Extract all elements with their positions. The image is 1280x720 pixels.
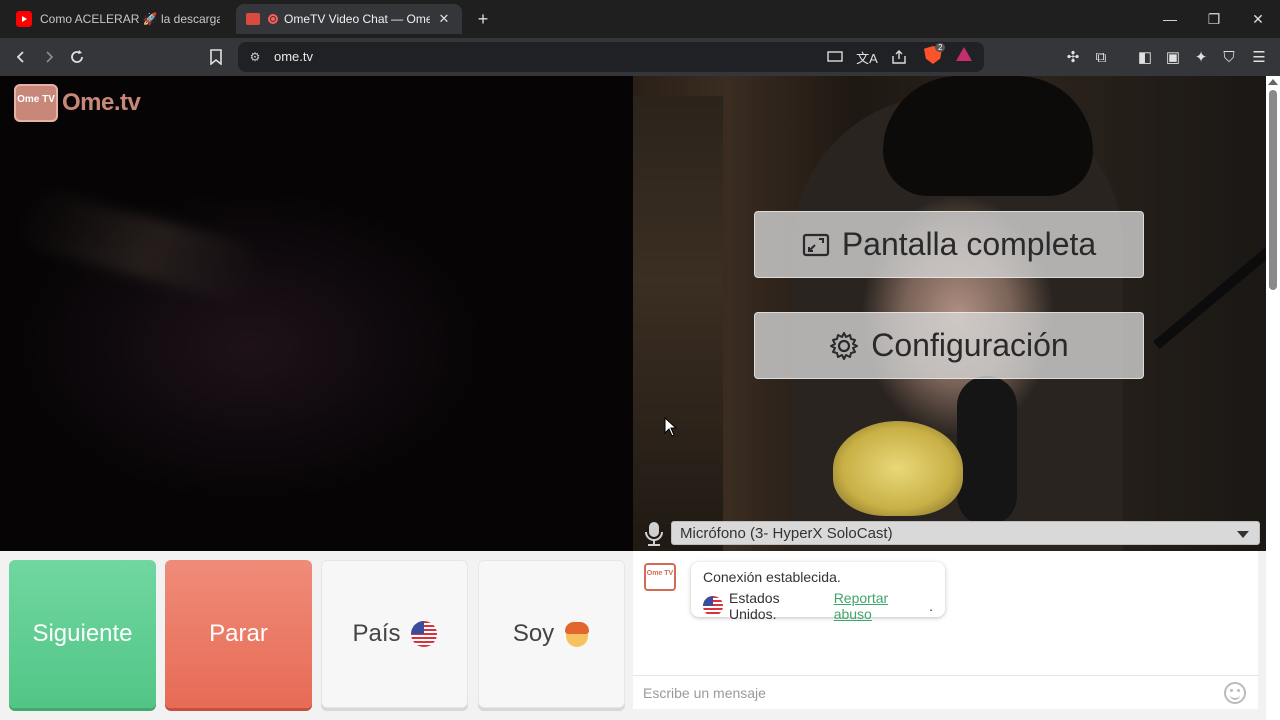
share-icon[interactable] xyxy=(886,44,912,70)
microphone-selected-value: Micrófono (3- HyperX SoloCast) xyxy=(680,525,893,542)
settings-button[interactable]: Configuración xyxy=(754,312,1144,379)
report-abuse-link[interactable]: Reportar abuso xyxy=(834,590,929,622)
connection-status: Conexión establecida. xyxy=(703,569,841,585)
microphone-row: Micrófono (3- HyperX SoloCast) xyxy=(633,519,1266,551)
next-label: Siguiente xyxy=(32,620,133,647)
scroll-up-arrow[interactable] xyxy=(1268,79,1278,85)
boy-icon xyxy=(564,621,590,647)
video-content xyxy=(957,376,1017,526)
next-button[interactable]: Siguiente xyxy=(9,560,156,708)
mouse-cursor xyxy=(664,416,678,437)
site-info-icon[interactable]: ⚙ xyxy=(246,48,264,66)
browser-toolbar: ⚙ ome.tv 文A 2 ✣ ⧉ ◧ ▣ ✦ ⛉ ☰ xyxy=(0,38,1280,76)
message-input[interactable] xyxy=(643,683,1203,703)
logo-text: Ome.tv xyxy=(62,89,141,116)
partner-country: Estados Unidos. xyxy=(729,590,780,622)
country-button[interactable]: País xyxy=(321,560,468,708)
bookmark-icon[interactable] xyxy=(203,44,229,70)
video-content xyxy=(16,185,264,307)
address-url: ome.tv xyxy=(274,49,314,64)
stop-label: Parar xyxy=(209,620,268,647)
wallet-icon[interactable]: ▣ xyxy=(1160,44,1186,70)
chevron-down-icon xyxy=(1237,531,1249,538)
tab-strip: Como ACELERAR 🚀 la descarga de l OmeTV V… xyxy=(0,0,1280,38)
report-suffix: . xyxy=(929,598,933,614)
ometv-icon xyxy=(246,13,260,25)
recording-icon xyxy=(268,14,278,24)
brave-rewards-icon[interactable] xyxy=(956,47,972,61)
remote-video[interactable] xyxy=(0,76,633,551)
gender-label: Soy xyxy=(512,620,555,647)
youtube-icon xyxy=(16,11,32,27)
tab-title: OmeTV Video Chat — Omegle xyxy=(284,12,430,26)
country-label: País xyxy=(352,620,401,647)
settings-label: Configuración xyxy=(871,327,1069,363)
close-window-button[interactable]: ✕ xyxy=(1236,0,1280,38)
microphone-icon xyxy=(643,521,665,547)
close-tab-icon[interactable]: ✕ xyxy=(436,11,452,27)
us-flag-icon xyxy=(703,596,723,616)
sidebar-icon[interactable]: ◧ xyxy=(1132,44,1158,70)
translate-icon[interactable]: 文A xyxy=(854,44,880,70)
fullscreen-button[interactable]: Pantalla completa xyxy=(754,211,1144,278)
ometv-logo-icon: Ome TV xyxy=(644,563,676,591)
leo-ai-icon[interactable]: ✦ xyxy=(1188,44,1214,70)
maximize-button[interactable]: ❐ xyxy=(1192,0,1236,38)
gender-button[interactable]: Soy xyxy=(478,560,625,708)
cast-icon[interactable] xyxy=(822,44,848,70)
emoji-icon[interactable] xyxy=(1224,682,1246,704)
tab-title: Como ACELERAR 🚀 la descarga de l xyxy=(40,12,220,26)
chat-panel: Ome TV Conexión establecida. Estados Uni… xyxy=(633,551,1258,709)
address-bar[interactable]: ⚙ ome.tv 文A xyxy=(238,42,984,72)
extensions-icon[interactable]: ✣ xyxy=(1060,44,1086,70)
ometv-logo[interactable]: Ome TV Ome.tv xyxy=(14,84,141,122)
tab-youtube[interactable]: Como ACELERAR 🚀 la descarga de l xyxy=(6,4,230,34)
tab-search-icon[interactable]: ⧉ xyxy=(1088,44,1114,70)
new-tab-button[interactable]: + xyxy=(472,8,494,30)
back-icon[interactable] xyxy=(8,44,34,70)
us-flag-icon xyxy=(410,621,437,647)
tab-ometv[interactable]: OmeTV Video Chat — Omegle ✕ xyxy=(236,4,462,34)
forward-icon[interactable] xyxy=(36,44,62,70)
reload-icon[interactable] xyxy=(64,44,90,70)
video-content xyxy=(633,96,723,551)
video-content xyxy=(1153,212,1266,350)
microphone-select[interactable]: Micrófono (3- HyperX SoloCast) xyxy=(671,521,1260,545)
message-bar xyxy=(633,675,1258,709)
fullscreen-label: Pantalla completa xyxy=(841,226,1097,262)
stop-button[interactable]: Parar xyxy=(165,560,312,708)
video-content xyxy=(883,76,1093,196)
system-message: Conexión establecida. Estados Unidos. Re… xyxy=(691,562,945,622)
vpn-icon[interactable]: ⛉ xyxy=(1216,44,1242,70)
scrollbar-thumb[interactable] xyxy=(1269,90,1277,290)
fullscreen-icon xyxy=(802,233,830,257)
video-content xyxy=(833,421,963,516)
minimize-button[interactable]: — xyxy=(1148,0,1192,38)
menu-icon[interactable]: ☰ xyxy=(1246,44,1272,70)
logo-tv-icon: Ome TV xyxy=(14,84,58,122)
gear-icon xyxy=(829,331,859,361)
